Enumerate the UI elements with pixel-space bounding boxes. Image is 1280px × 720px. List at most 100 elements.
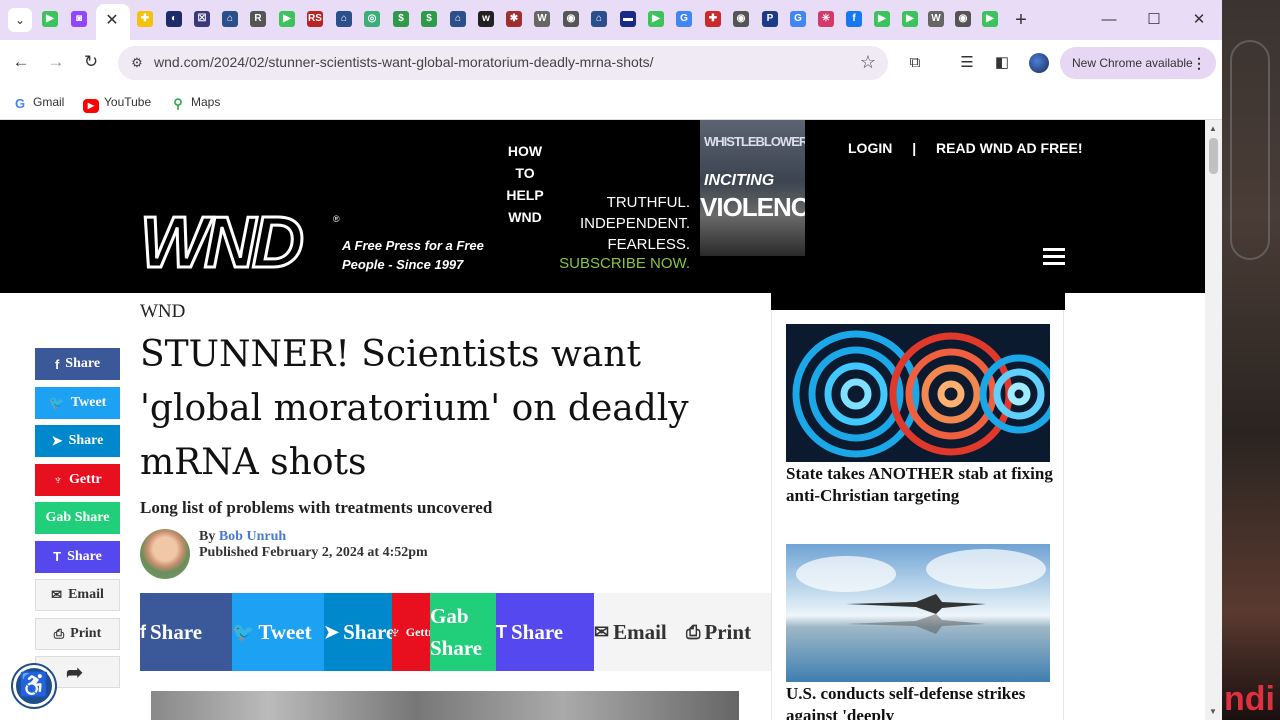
site-icon[interactable]: $ bbox=[421, 11, 437, 27]
share-bar-share-button[interactable]: f Share bbox=[140, 593, 232, 671]
site-icon[interactable]: RS bbox=[307, 11, 323, 27]
share-bar-print-button[interactable]: ⎙ Print bbox=[686, 593, 771, 671]
wikipedia-icon[interactable]: W bbox=[928, 11, 944, 27]
site-icon[interactable]: ⌂ bbox=[222, 11, 238, 27]
play-icon[interactable]: ▶ bbox=[42, 11, 58, 27]
google-icon[interactable]: G bbox=[790, 11, 806, 27]
scroll-down-icon[interactable]: ▼ bbox=[1209, 707, 1217, 716]
minimize-button[interactable]: — bbox=[1094, 8, 1124, 32]
author-avatar[interactable] bbox=[140, 529, 190, 579]
bookmark-label: Gmail bbox=[33, 95, 65, 109]
reading-list-icon[interactable]: ☰ bbox=[956, 52, 978, 74]
ad-free-link[interactable]: READ WND AD FREE! bbox=[936, 140, 1082, 156]
chrome-icon[interactable]: ◉ bbox=[733, 11, 749, 27]
profile-avatar[interactable] bbox=[1029, 53, 1049, 73]
side-print-button[interactable]: ⎙ Print bbox=[35, 617, 120, 650]
play-icon[interactable]: ▶ bbox=[279, 11, 295, 27]
story-title[interactable]: U.S. conducts self-defense strikes again… bbox=[786, 683, 1056, 720]
site-tagline: A Free Press for a Free People - Since 1… bbox=[342, 238, 484, 272]
play-icon[interactable]: ▶ bbox=[902, 11, 918, 27]
book-ad-banner[interactable]: WHISTLEBLOWER INCITING VIOLENCE bbox=[700, 120, 805, 256]
hamburger-menu-icon[interactable] bbox=[1043, 248, 1065, 266]
new-tab-button[interactable]: + bbox=[1011, 8, 1031, 32]
page-scrollbar[interactable]: ▲ ▼ bbox=[1205, 120, 1222, 720]
bookmark-star-icon[interactable]: ☆ bbox=[860, 52, 876, 73]
site-icon[interactable]: ◐ bbox=[166, 11, 182, 27]
wikipedia-icon[interactable]: W bbox=[534, 11, 550, 27]
share-bar-email-button[interactable]: ✉ Email bbox=[594, 593, 686, 671]
login-link[interactable]: LOGIN bbox=[848, 140, 892, 156]
how-to-help-link[interactable]: HOW TO HELP WND bbox=[500, 140, 550, 228]
back-button[interactable]: ← bbox=[9, 50, 33, 74]
site-icon[interactable]: ✚ bbox=[705, 11, 721, 27]
address-bar[interactable]: ⚙ wnd.com/2024/02/stunner-scientists-wan… bbox=[118, 46, 888, 80]
twitch-icon[interactable]: ◙ bbox=[71, 11, 87, 27]
share-label: Tweet bbox=[258, 619, 312, 644]
site-icon[interactable]: ⌂ bbox=[450, 11, 466, 27]
side-gab-share-button[interactable]: Gab Share bbox=[35, 502, 120, 534]
side-share-button[interactable]: ➤ Share bbox=[35, 425, 120, 457]
forward-button[interactable]: → bbox=[44, 50, 68, 74]
site-icon[interactable]: ◎ bbox=[364, 11, 380, 27]
side-panel-icon[interactable]: ◧ bbox=[991, 52, 1013, 74]
site-icon[interactable]: ✳ bbox=[818, 11, 834, 27]
scroll-up-icon[interactable]: ▲ bbox=[1209, 124, 1217, 133]
how-to-help-line: HELP bbox=[506, 187, 544, 203]
site-info-icon[interactable]: ⚙ bbox=[128, 54, 146, 72]
globe-icon[interactable]: ◉ bbox=[563, 11, 579, 27]
site-icon[interactable]: ⌂ bbox=[336, 11, 352, 27]
tab-search-button[interactable]: ⌄ bbox=[8, 8, 32, 32]
side-email-button[interactable]: ✉ Email bbox=[35, 579, 120, 611]
close-window-button[interactable]: ✕ bbox=[1184, 8, 1214, 32]
print-icon: ⎙ bbox=[53, 625, 65, 641]
story-image-targets[interactable] bbox=[786, 324, 1050, 462]
truth-social-icon: T bbox=[53, 549, 62, 564]
reload-button[interactable]: ↻ bbox=[79, 50, 103, 74]
side-share-button[interactable]: f Share bbox=[35, 348, 120, 380]
share-bar-gab-share-button[interactable]: Gab Share bbox=[430, 593, 496, 671]
side-tweet-button[interactable]: 🐦 Tweet bbox=[35, 386, 120, 419]
share-label: Print bbox=[704, 619, 752, 644]
scroll-thumb[interactable] bbox=[1209, 138, 1218, 174]
site-icon[interactable]: ▬ bbox=[620, 11, 636, 27]
accessibility-icon[interactable]: ♿ bbox=[13, 665, 55, 707]
logo-text: WND bbox=[139, 203, 306, 283]
tab-close-icon[interactable]: ✕ bbox=[104, 10, 120, 30]
google-icon[interactable]: G bbox=[676, 11, 692, 27]
side-gettr-button[interactable]: ♆ Gettr bbox=[35, 463, 120, 496]
toolbar: ← → ↻ ⚙ wnd.com/2024/02/stunner-scientis… bbox=[0, 40, 1222, 86]
ad-line: VIOLENCE bbox=[700, 192, 805, 222]
facebook-icon[interactable]: f bbox=[846, 11, 862, 27]
site-icon[interactable]: R bbox=[250, 11, 266, 27]
share-bar-share-button[interactable]: T Share bbox=[496, 593, 594, 671]
side-share-button[interactable]: T Share bbox=[35, 540, 120, 573]
play-icon[interactable]: ▶ bbox=[648, 11, 664, 27]
play-icon[interactable]: ▶ bbox=[982, 11, 998, 27]
slogan-line: TRUTHFUL. bbox=[606, 194, 690, 211]
browser-window: ⌄ ▶ ◙ ✚ ◐ ☒ ⌂ R ▶ RS ⌂ ◎ $ $ ⌂ w ✱ W ◉ ⌂ ▬ ▶ G ✚ ◉ P G ✳ f ▶ ▶ W ◉ ▶ ✕ +… bbox=[0, 0, 1222, 720]
story-image-aircraft[interactable] bbox=[786, 544, 1050, 682]
star-icon[interactable]: ✚ bbox=[137, 11, 153, 27]
share-bar-tweet-button[interactable]: 🐦 Tweet bbox=[232, 593, 324, 671]
author-link[interactable]: Bob Unruh bbox=[219, 529, 286, 544]
site-icon[interactable]: ✱ bbox=[506, 11, 522, 27]
site-icon[interactable]: $ bbox=[393, 11, 409, 27]
new-chrome-available-button[interactable]: New Chrome available ⋮ bbox=[1060, 47, 1216, 79]
chrome-icon[interactable]: ◉ bbox=[955, 11, 971, 27]
maximize-button[interactable]: ☐ bbox=[1139, 8, 1169, 32]
wnd-logo[interactable]: WND ® bbox=[139, 203, 340, 283]
site-icon[interactable]: ⌂ bbox=[591, 11, 607, 27]
share-bar-share-button[interactable]: ➤ Share bbox=[324, 593, 392, 671]
extensions-icon[interactable]: ⧉ bbox=[904, 52, 926, 74]
bookmark-maps[interactable]: ⚲ Maps bbox=[170, 92, 220, 112]
subscribe-link[interactable]: SUBSCRIBE NOW. bbox=[540, 255, 690, 272]
wnd-icon[interactable]: w bbox=[478, 11, 494, 27]
story-title[interactable]: State takes ANOTHER stab at fixing anti-… bbox=[786, 463, 1056, 507]
share-bar-gettr-button[interactable]: ♆Gettr bbox=[392, 593, 430, 671]
bookmark-youtube[interactable]: ▶ YouTube bbox=[83, 92, 151, 113]
play-icon[interactable]: ▶ bbox=[874, 11, 890, 27]
site-icon[interactable]: ☒ bbox=[194, 11, 210, 27]
bookmark-gmail[interactable]: G Gmail bbox=[12, 92, 64, 112]
article-kicker[interactable]: WND bbox=[140, 301, 185, 323]
paypal-icon[interactable]: P bbox=[762, 11, 778, 27]
